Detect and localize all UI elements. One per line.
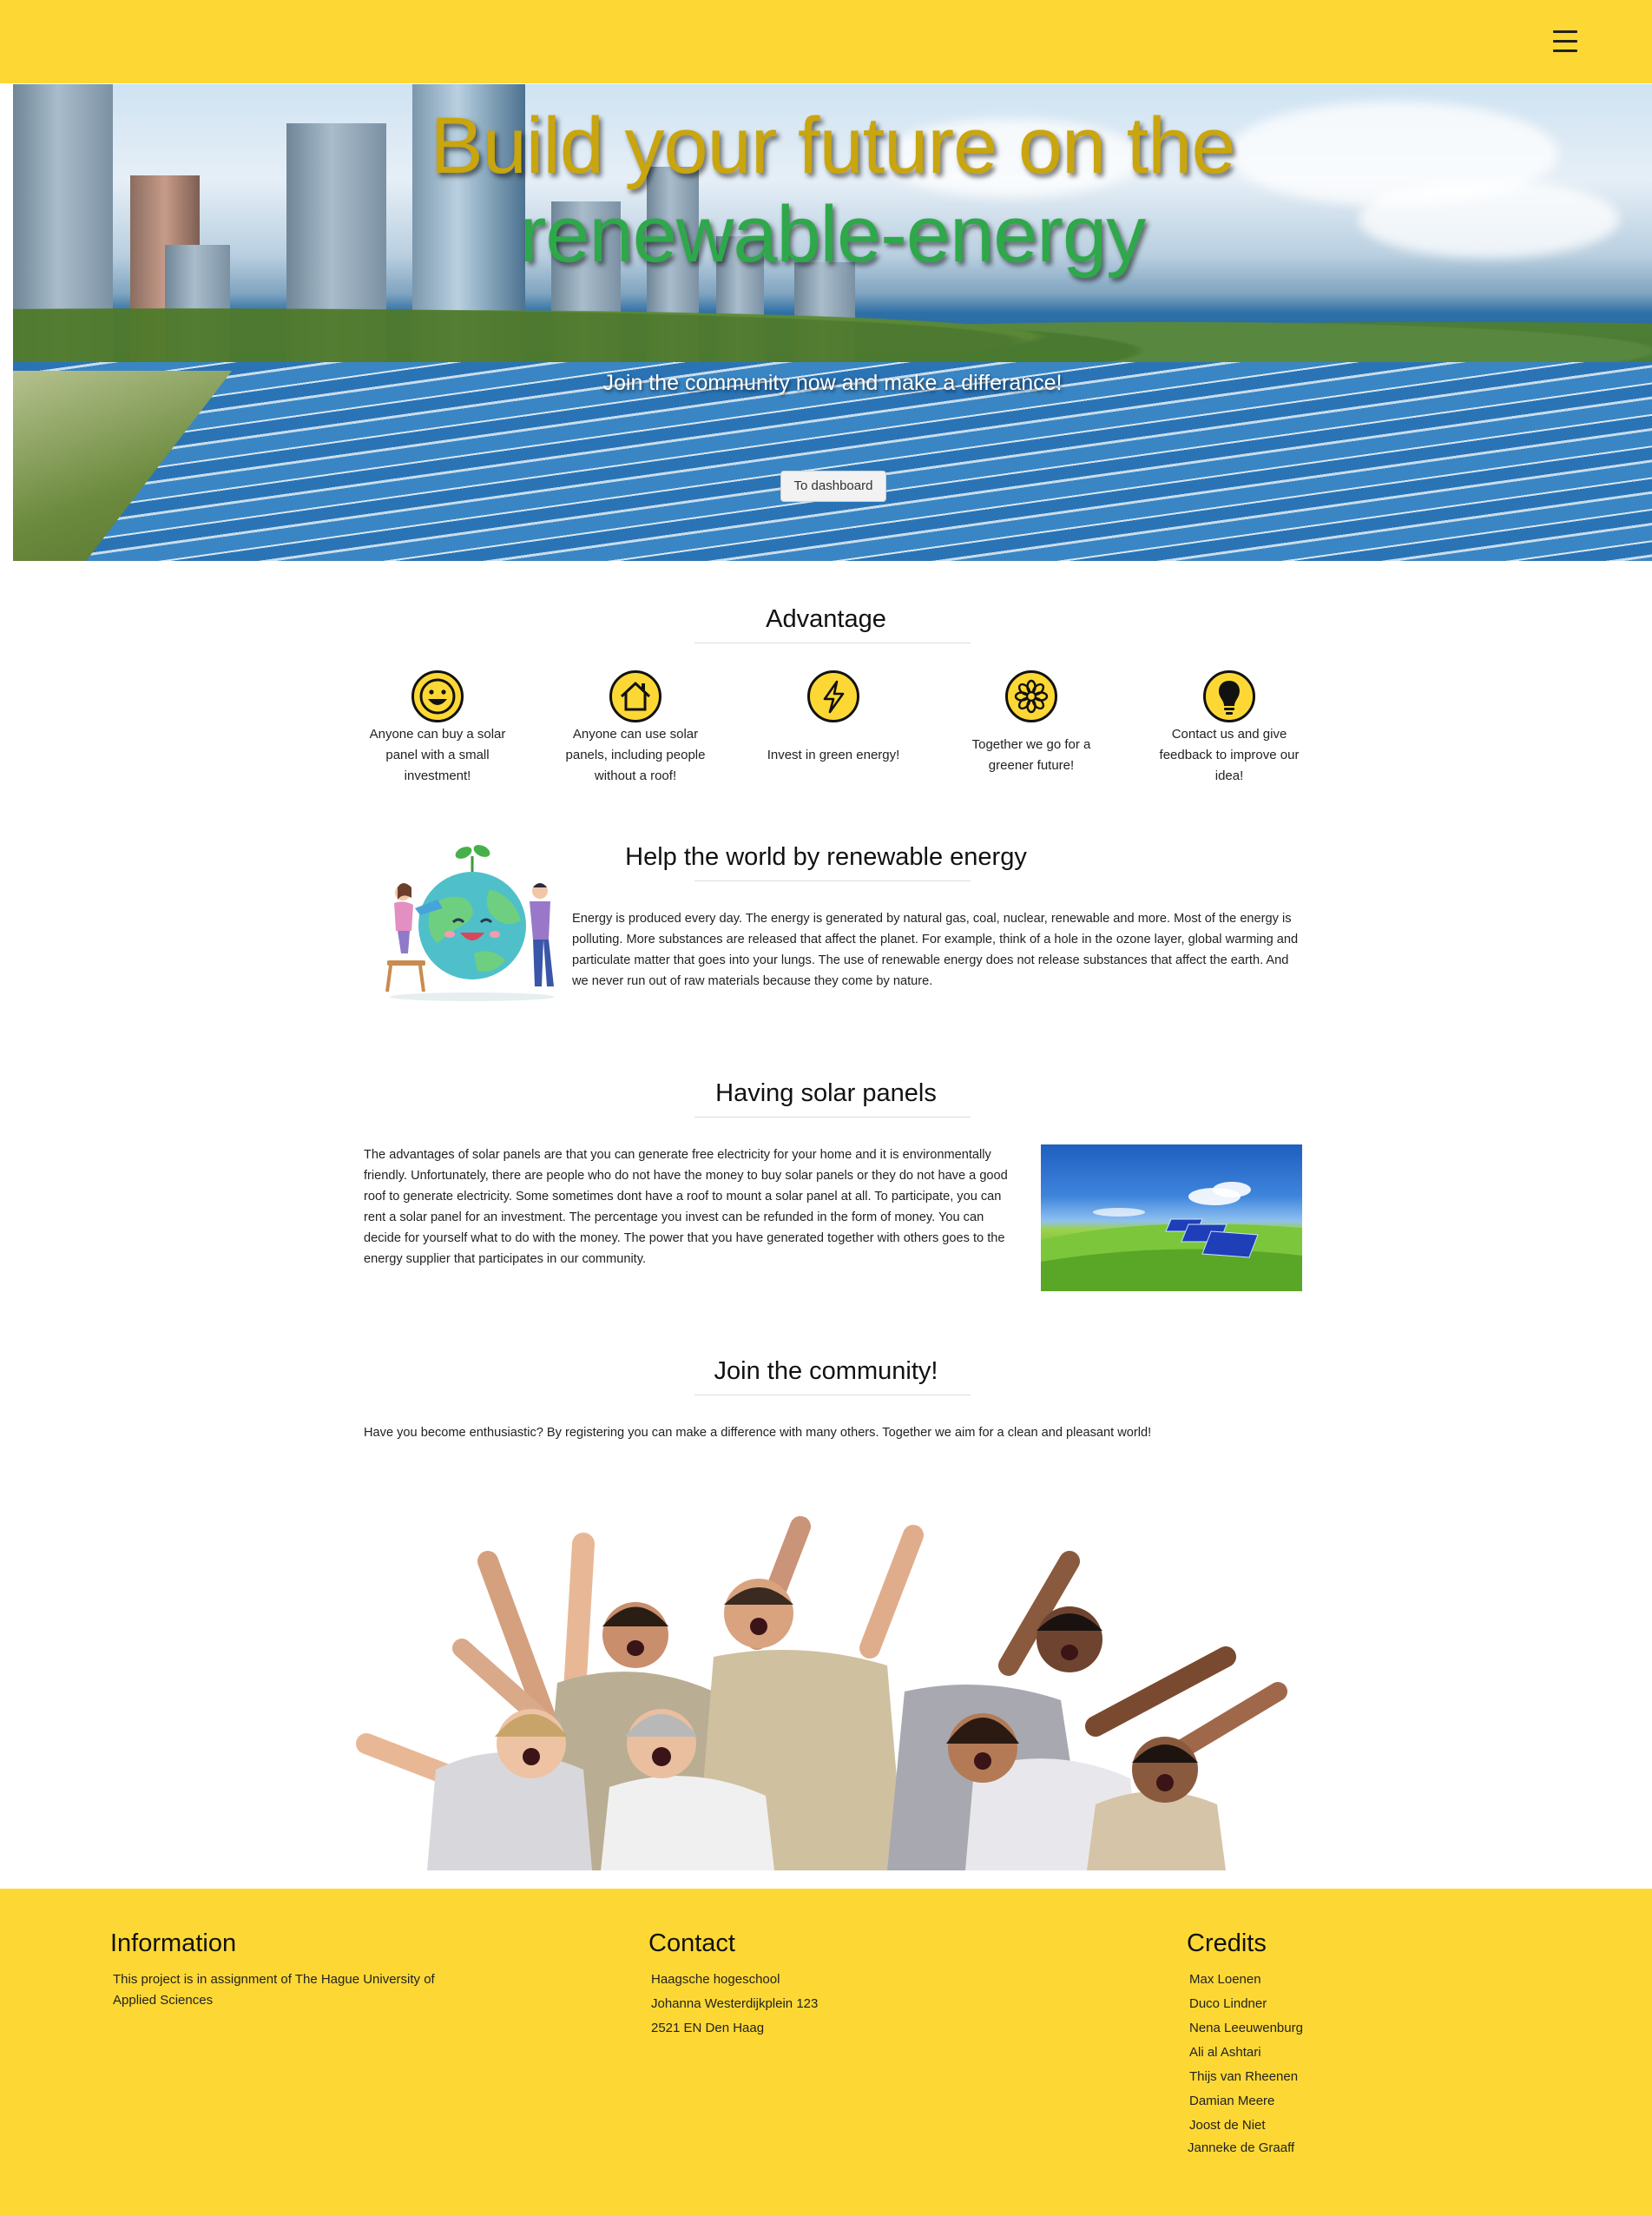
footer-credits-title: Credits: [1187, 1929, 1267, 1957]
advantage-text: Invest in green energy!: [767, 748, 900, 762]
happy-people-photo: [356, 1516, 1287, 1870]
advantage-item: Contact us and give feedback to improve …: [1151, 670, 1307, 787]
footer-contact-line: Johanna Westerdijkplein 123: [651, 1996, 819, 2011]
navbar: [0, 0, 1652, 83]
advantage-text: Together we go for a greener future!: [971, 737, 1091, 773]
credit-name: Damian Meere: [1189, 2094, 1275, 2108]
credit-name: Ali al Ashtari: [1189, 2045, 1261, 2060]
footer-information-title: Information: [110, 1929, 237, 1957]
solar-title: Having solar panels: [715, 1079, 937, 1107]
advantage-title: Advantage: [766, 605, 886, 633]
join-text: Have you become enthusiastic? By registe…: [364, 1426, 1152, 1440]
solar-divider: [694, 1117, 971, 1118]
smile-icon: [411, 670, 464, 722]
help-text: Energy is produced every day. The energy…: [572, 912, 1299, 988]
menu-toggle-icon[interactable]: [1547, 26, 1582, 57]
flower-icon: [1005, 670, 1057, 722]
credit-name: Duco Lindner: [1189, 1996, 1267, 2011]
advantage-item: Anyone can use solar panels, including p…: [557, 670, 714, 787]
join-title: Join the community!: [714, 1357, 938, 1385]
footer-information-text: Applied Sciences: [113, 1993, 214, 2008]
lightning-icon: [807, 670, 859, 722]
hero-title-line1: Build your future on the: [430, 102, 1235, 190]
to-dashboard-button[interactable]: To dashboard: [780, 471, 886, 502]
footer-contact-line: Haagsche hogeschool: [651, 1972, 780, 1987]
advantage-item: Together we go for a greener future!: [953, 670, 1109, 776]
credit-name: Thijs van Rheenen: [1189, 2069, 1299, 2084]
advantage-text: Anyone can buy a solar panel with a smal…: [369, 727, 506, 783]
footer: Information This project is in assignmen…: [0, 1889, 1652, 2216]
help-title: Help the world by renewable energy: [625, 843, 1027, 871]
hero-title-line2: renewable-energy: [519, 190, 1146, 279]
advantage-item: Invest in green energy!: [755, 670, 912, 766]
lightbulb-icon: [1203, 670, 1255, 722]
advantage-text: Contact us and give feedback to improve …: [1159, 727, 1300, 783]
credit-name: Joost de Niet: [1189, 2118, 1266, 2133]
hero-banner: Build your future on the renewable-energ…: [13, 84, 1652, 561]
footer-contact-line: 2521 EN Den Haag: [651, 2021, 765, 2035]
hero-subtitle: Join the community now and make a differ…: [602, 371, 1063, 395]
credit-name: Nena Leeuwenburg: [1189, 2021, 1303, 2035]
credit-name: Max Loenen: [1189, 1972, 1261, 1987]
footer-information-text: This project is in assignment of The Hag…: [113, 1972, 435, 1987]
advantage-item: Anyone can buy a solar panel with a smal…: [359, 670, 516, 787]
house-icon: [609, 670, 661, 722]
solar-panels-image: [1041, 1144, 1302, 1291]
footer-contact-title: Contact: [648, 1929, 735, 1957]
earth-illustration: [385, 845, 555, 1001]
help-divider: [694, 880, 971, 881]
credit-name: Janneke de Graaff: [1188, 2140, 1295, 2155]
advantage-text: Anyone can use solar panels, including p…: [565, 727, 706, 783]
solar-text: The advantages of solar panels are that …: [364, 1148, 1008, 1266]
